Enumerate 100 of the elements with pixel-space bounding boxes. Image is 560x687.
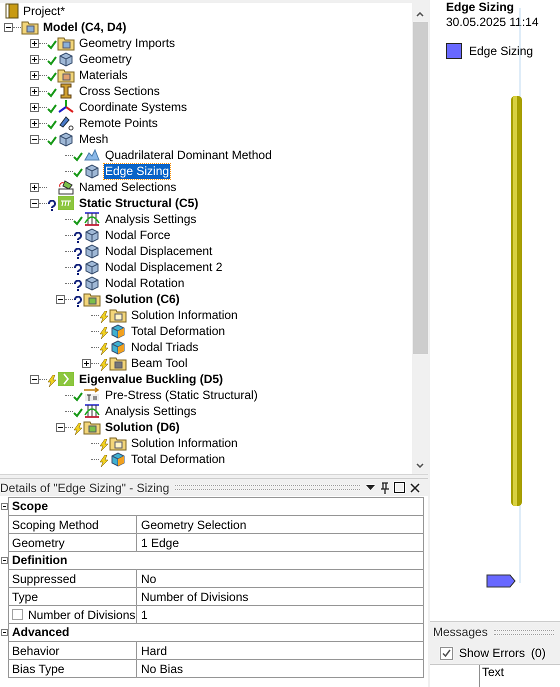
question-icon [73, 280, 83, 291]
group-toggle[interactable] [1, 628, 8, 636]
checkbox[interactable] [12, 609, 23, 620]
property-value[interactable]: Geometry Selection [137, 516, 423, 533]
expander-toggle[interactable] [4, 22, 13, 32]
tree-item[interactable]: Static Structural (C5) [78, 196, 200, 210]
tree-item[interactable]: Solution (C6) [104, 292, 181, 306]
selection-icon [57, 179, 75, 195]
cube-icon [83, 275, 101, 291]
mesh-icon [83, 147, 101, 163]
tree-item[interactable]: Nodal Displacement 2 [104, 260, 224, 274]
property-label: Scoping Method [9, 516, 137, 533]
question-icon [73, 248, 83, 259]
expander-toggle[interactable] [30, 118, 39, 128]
close-icon[interactable] [410, 482, 420, 492]
pin-icon[interactable] [381, 482, 389, 494]
group-toggle[interactable] [1, 556, 8, 564]
group-header: Scope [8, 497, 424, 515]
tree-item[interactable]: Geometry Imports [78, 36, 176, 50]
tree-item[interactable]: Quadrilateral Dominant Method [104, 148, 273, 162]
panel-title: Messages [433, 624, 488, 641]
expander-toggle[interactable] [30, 134, 39, 144]
group-toggle[interactable] [1, 502, 8, 510]
dropdown-caret-icon[interactable] [366, 485, 375, 490]
tree-item[interactable]: Nodal Force [104, 228, 172, 242]
tree-item[interactable]: Solution Information [130, 308, 239, 322]
checkbox[interactable] [440, 646, 453, 660]
tree-item[interactable]: Analysis Settings [104, 404, 198, 418]
tree-item[interactable]: Model (C4, D4) [42, 20, 128, 34]
tree-item[interactable]: Solution (D6) [104, 420, 181, 434]
question-icon [47, 200, 57, 211]
tree-item[interactable]: Eigenvalue Buckling (D5) [78, 372, 224, 386]
tree-item[interactable]: Edge Sizing [104, 164, 170, 178]
tree-item[interactable]: Mesh [78, 132, 110, 146]
expander-toggle[interactable] [30, 86, 39, 96]
lightning-icon [99, 343, 109, 355]
axes-icon [57, 99, 75, 115]
property-value[interactable]: Number of Divisions [137, 588, 423, 605]
tree-item[interactable]: Named Selections [78, 180, 178, 194]
panel-title: Details of "Edge Sizing" - Sizing [0, 480, 170, 496]
check-icon [73, 216, 83, 226]
tree-item[interactable]: Coordinate Systems [78, 100, 188, 114]
tree-item[interactable]: Beam Tool [130, 356, 188, 370]
legend-label: Edge Sizing [469, 43, 534, 60]
timestamp: 30.05.2025 11:14 [446, 14, 539, 30]
property-value[interactable]: 1 [137, 606, 423, 623]
folder-icon [109, 307, 127, 323]
expander-toggle[interactable] [30, 70, 39, 80]
tree-item[interactable]: Pre-Stress (Static Structural) [104, 388, 259, 402]
property-value[interactable]: Hard [137, 642, 423, 659]
tree-item[interactable]: Nodal Rotation [104, 276, 186, 290]
expander-toggle[interactable] [56, 422, 65, 432]
tree-item[interactable]: Cross Sections [78, 84, 161, 98]
tree-item[interactable]: Project* [22, 4, 66, 18]
property-label: Suppressed [9, 570, 137, 587]
lightning-icon [99, 455, 109, 467]
group-header: Advanced [8, 623, 424, 641]
cube-icon [57, 51, 75, 67]
expander-toggle[interactable] [30, 182, 39, 192]
expander-toggle[interactable] [30, 198, 39, 208]
graphics-title: Edge Sizing [446, 0, 516, 14]
tree-item[interactable]: Total Deformation [130, 324, 226, 338]
scroll-up-icon[interactable] [416, 12, 424, 17]
lightning-icon [73, 423, 83, 435]
property-value[interactable]: No Bias [137, 660, 423, 677]
expander-toggle[interactable] [30, 54, 39, 64]
tree-item[interactable]: Nodal Displacement [104, 244, 214, 258]
property-value[interactable]: No [137, 570, 423, 587]
folder-icon [57, 35, 75, 51]
tree-item[interactable]: Remote Points [78, 116, 159, 130]
expander-toggle[interactable] [30, 38, 39, 48]
tree-item[interactable]: Total Deformation [130, 452, 226, 466]
expander-toggle[interactable] [30, 102, 39, 112]
column-header[interactable]: Text [480, 665, 504, 687]
legend-swatch [446, 43, 462, 59]
folder-icon [109, 435, 127, 451]
maximize-icon[interactable] [394, 482, 405, 493]
tree-item[interactable]: Solution Information [130, 436, 239, 450]
lightning-icon [99, 311, 109, 323]
cube-icon [109, 339, 127, 355]
tree-item[interactable]: Nodal Triads [130, 340, 200, 354]
expander-toggle[interactable] [30, 374, 39, 384]
folder-icon [21, 19, 39, 35]
property-label: Geometry [9, 534, 137, 551]
question-icon [73, 264, 83, 275]
expander-toggle[interactable] [82, 358, 91, 368]
lightning-icon [99, 327, 109, 339]
tree-item[interactable]: Materials [78, 68, 129, 82]
remote-point-icon [57, 115, 75, 131]
tree-item[interactable]: Analysis Settings [104, 212, 198, 226]
property-label: Bias Type [9, 660, 137, 677]
scrollbar[interactable] [412, 3, 428, 474]
property-value[interactable]: 1 Edge [137, 534, 423, 551]
expander-toggle[interactable] [56, 294, 65, 304]
scroll-down-icon[interactable] [416, 463, 424, 468]
settings-icon [83, 403, 101, 419]
settings-icon [83, 211, 101, 227]
checkbox-label: Show Errors [459, 645, 526, 662]
tree-item[interactable]: Geometry [78, 52, 133, 66]
scroll-thumb[interactable] [412, 22, 428, 354]
